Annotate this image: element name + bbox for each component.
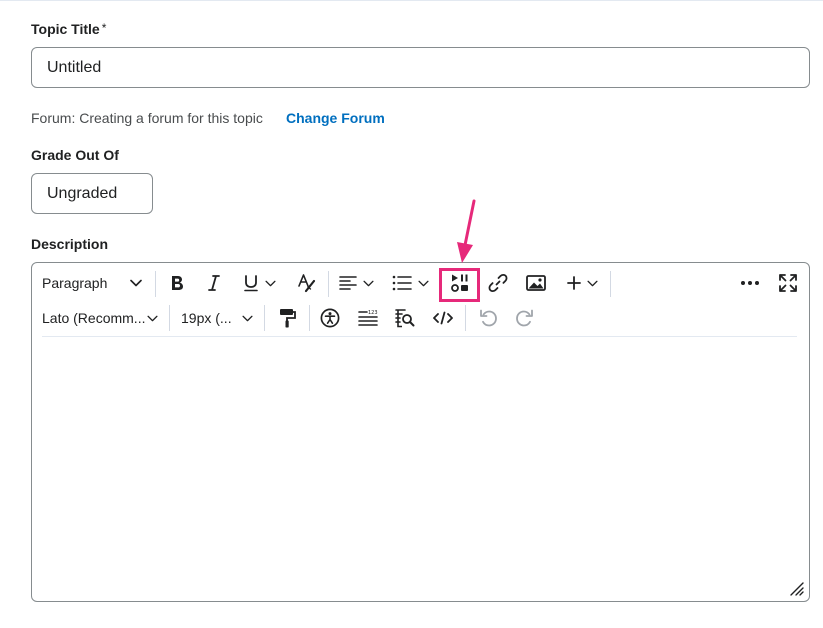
font-family-select[interactable]: Lato (Recomm... bbox=[38, 303, 162, 333]
toolbar-separator bbox=[264, 305, 265, 331]
paint-roller-icon bbox=[278, 308, 296, 328]
chevron-down-icon bbox=[586, 280, 598, 287]
format-painter-button[interactable] bbox=[271, 303, 303, 333]
required-marker: * bbox=[101, 21, 107, 35]
align-left-icon bbox=[338, 275, 357, 291]
block-format-value: Paragraph bbox=[42, 275, 108, 291]
find-replace-button[interactable] bbox=[389, 303, 421, 333]
svg-text:123: 123 bbox=[368, 310, 378, 316]
accessibility-icon bbox=[320, 308, 340, 328]
chevron-down-icon bbox=[130, 279, 142, 287]
chevron-down-icon bbox=[242, 315, 253, 322]
toolbar-separator bbox=[309, 305, 310, 331]
insert-more-button[interactable] bbox=[560, 268, 604, 298]
grade-input[interactable]: Ungraded bbox=[31, 173, 153, 214]
plus-icon bbox=[566, 276, 581, 290]
grade-value: Ungraded bbox=[47, 184, 118, 202]
font-size-select[interactable]: 19px (... bbox=[177, 303, 257, 333]
chevron-down-icon bbox=[264, 280, 276, 287]
source-code-button[interactable] bbox=[427, 303, 459, 333]
fullscreen-icon bbox=[778, 273, 798, 293]
top-divider bbox=[0, 0, 823, 1]
more-horizontal-icon bbox=[740, 280, 760, 286]
resize-handle-icon[interactable] bbox=[789, 581, 805, 597]
toolbar-separator bbox=[169, 305, 170, 331]
annotation-arrow-icon bbox=[450, 198, 480, 271]
toolbar-divider bbox=[42, 336, 797, 337]
highlight-box bbox=[439, 268, 480, 302]
grade-label: Grade Out Of bbox=[31, 147, 119, 163]
change-forum-link[interactable]: Change Forum bbox=[286, 110, 385, 126]
text-format-icon bbox=[297, 273, 317, 293]
chevron-down-icon bbox=[362, 280, 374, 287]
underline-button[interactable] bbox=[237, 268, 281, 298]
insert-link-button[interactable] bbox=[482, 268, 514, 298]
word-count-button[interactable]: 123 bbox=[352, 303, 384, 333]
font-family-value: Lato (Recomm... bbox=[42, 310, 146, 326]
forum-info: Forum: Creating a forum for this topic bbox=[31, 110, 263, 126]
toolbar-separator bbox=[610, 271, 611, 297]
chevron-down-icon bbox=[147, 315, 158, 322]
redo-icon bbox=[515, 308, 535, 328]
topic-title-value: Untitled bbox=[47, 58, 102, 76]
image-icon bbox=[526, 274, 546, 292]
insert-image-button[interactable] bbox=[520, 268, 552, 298]
topic-title-label: Topic Title * bbox=[31, 21, 106, 37]
bold-icon bbox=[169, 274, 185, 292]
word-count-icon: 123 bbox=[358, 309, 378, 327]
editor-content-area[interactable] bbox=[32, 339, 809, 601]
topic-title-label-text: Topic Title bbox=[31, 21, 100, 37]
description-label: Description bbox=[31, 236, 109, 252]
undo-icon bbox=[478, 308, 498, 328]
font-size-value: 19px (... bbox=[181, 310, 232, 326]
toolbar-separator bbox=[328, 271, 329, 297]
code-icon bbox=[433, 311, 453, 325]
chevron-down-icon bbox=[417, 280, 429, 287]
bulleted-list-icon bbox=[392, 275, 412, 291]
accessibility-checker-button[interactable] bbox=[314, 303, 346, 333]
underline-icon bbox=[243, 274, 259, 292]
list-button[interactable] bbox=[388, 268, 432, 298]
more-actions-button[interactable] bbox=[734, 268, 766, 298]
italic-button[interactable] bbox=[199, 268, 229, 298]
toolbar-separator bbox=[465, 305, 466, 331]
align-button[interactable] bbox=[334, 268, 378, 298]
block-format-select[interactable]: Paragraph bbox=[38, 268, 146, 298]
toolbar-separator bbox=[155, 271, 156, 297]
find-replace-icon bbox=[395, 308, 415, 328]
description-editor[interactable]: Paragraph Lato (Recomm... 19px (... 123 bbox=[31, 262, 810, 602]
redo-button[interactable] bbox=[509, 303, 541, 333]
italic-icon bbox=[207, 274, 221, 292]
text-format-button[interactable] bbox=[292, 268, 322, 298]
undo-button[interactable] bbox=[472, 303, 504, 333]
fullscreen-button[interactable] bbox=[772, 268, 804, 298]
link-icon bbox=[488, 273, 508, 293]
topic-title-input[interactable]: Untitled bbox=[31, 47, 810, 88]
bold-button[interactable] bbox=[162, 268, 192, 298]
